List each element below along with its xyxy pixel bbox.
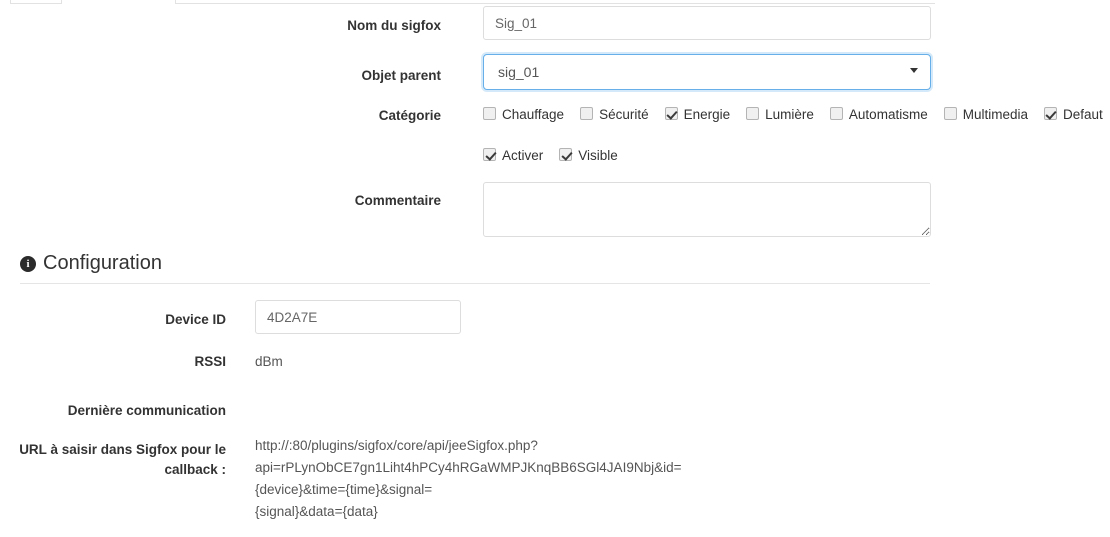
label-callback-url: URL à saisir dans Sigfox pour le callbac… <box>19 442 226 477</box>
categorie-checkbox-3[interactable]: Lumière <box>746 106 814 122</box>
callback-url-value: http://:80/plugins/sigfox/core/api/jeeSi… <box>255 435 725 522</box>
field-nom-du-sigfox <box>483 6 931 40</box>
sigfox-device-config-page: Nom du sigfox Objet parent sig_01 Catégo… <box>0 0 1110 537</box>
top-chrome-remnant-right <box>175 0 935 4</box>
categorie-checkbox-6[interactable]: Defaut <box>1043 106 1103 122</box>
label-rssi: RSSI <box>194 354 226 369</box>
callback-url-line-1: api=rPLynObCE7gn1Liht4hPCy4hRGaWMPJKnqBB… <box>255 459 682 475</box>
callback-url-line-3: {signal}&data={data} <box>255 503 378 519</box>
categorie-checkbox-5[interactable]: Multimedia <box>943 106 1028 122</box>
categorie-checkbox-label: Sécurité <box>599 106 649 122</box>
checkbox-unchecked-icon[interactable] <box>746 107 760 120</box>
toggles-checkbox-group: Activer Visible <box>483 147 618 163</box>
categorie-checkbox-label: Chauffage <box>502 106 565 122</box>
commentaire-textarea[interactable] <box>483 182 931 237</box>
device-id-input[interactable] <box>255 300 461 334</box>
top-chrome-remnant-left <box>10 0 62 4</box>
label-nom-du-sigfox: Nom du sigfox <box>347 18 441 33</box>
label-categorie: Catégorie <box>378 108 441 123</box>
checkbox-unchecked-icon[interactable] <box>580 107 594 120</box>
rssi-value: dBm <box>255 354 283 369</box>
label-commentaire: Commentaire <box>354 193 441 208</box>
checkbox-unchecked-icon[interactable] <box>483 107 496 120</box>
categorie-checkbox-2[interactable]: Energie <box>664 106 731 122</box>
checkbox-checked-icon[interactable] <box>559 148 573 161</box>
checkbox-unchecked-icon[interactable] <box>943 107 957 120</box>
label-device-id: Device ID <box>165 312 226 327</box>
categorie-checkbox-label: Defaut <box>1062 106 1103 122</box>
callback-url-line-0: http://:80/plugins/sigfox/core/api/jeeSi… <box>255 438 538 453</box>
toggle-checkbox-label: Visible <box>578 147 618 163</box>
field-device-id <box>255 300 461 334</box>
info-circle-icon: i <box>20 256 36 272</box>
configuration-title: i Configuration <box>20 252 930 283</box>
field-commentaire <box>483 182 931 237</box>
configuration-title-text: Configuration <box>43 252 162 274</box>
categorie-checkbox-label: Automatisme <box>848 106 928 122</box>
checkbox-checked-icon[interactable] <box>1043 107 1057 120</box>
label-objet-parent: Objet parent <box>361 68 441 83</box>
categorie-checkbox-label: Energie <box>683 106 731 122</box>
checkbox-checked-icon[interactable] <box>664 107 678 120</box>
nom-du-sigfox-input[interactable] <box>483 6 931 40</box>
checkbox-checked-icon[interactable] <box>483 148 496 161</box>
categorie-checkbox-4[interactable]: Automatisme <box>829 106 928 122</box>
categorie-checkbox-group: Chauffage Sécurité Energie Lumière Automatis… <box>483 106 1103 122</box>
callback-url-line-2: {device}&time={time}&signal= <box>255 481 433 497</box>
categorie-checkbox-0[interactable]: Chauffage <box>483 106 564 122</box>
field-objet-parent: sig_01 <box>483 54 931 90</box>
objet-parent-select[interactable]: sig_01 <box>483 54 931 90</box>
toggle-checkbox-1[interactable]: Visible <box>559 147 618 163</box>
checkbox-unchecked-icon[interactable] <box>829 107 843 120</box>
categorie-checkbox-1[interactable]: Sécurité <box>580 106 649 122</box>
configuration-section: i Configuration <box>20 252 930 284</box>
section-divider <box>20 283 930 284</box>
toggle-checkbox-label: Activer <box>502 147 544 163</box>
toggle-checkbox-0[interactable]: Activer <box>483 147 543 163</box>
categorie-checkbox-label: Multimedia <box>962 106 1028 122</box>
categorie-checkbox-label: Lumière <box>765 106 814 122</box>
label-derniere-communication: Dernière communication <box>67 403 226 418</box>
